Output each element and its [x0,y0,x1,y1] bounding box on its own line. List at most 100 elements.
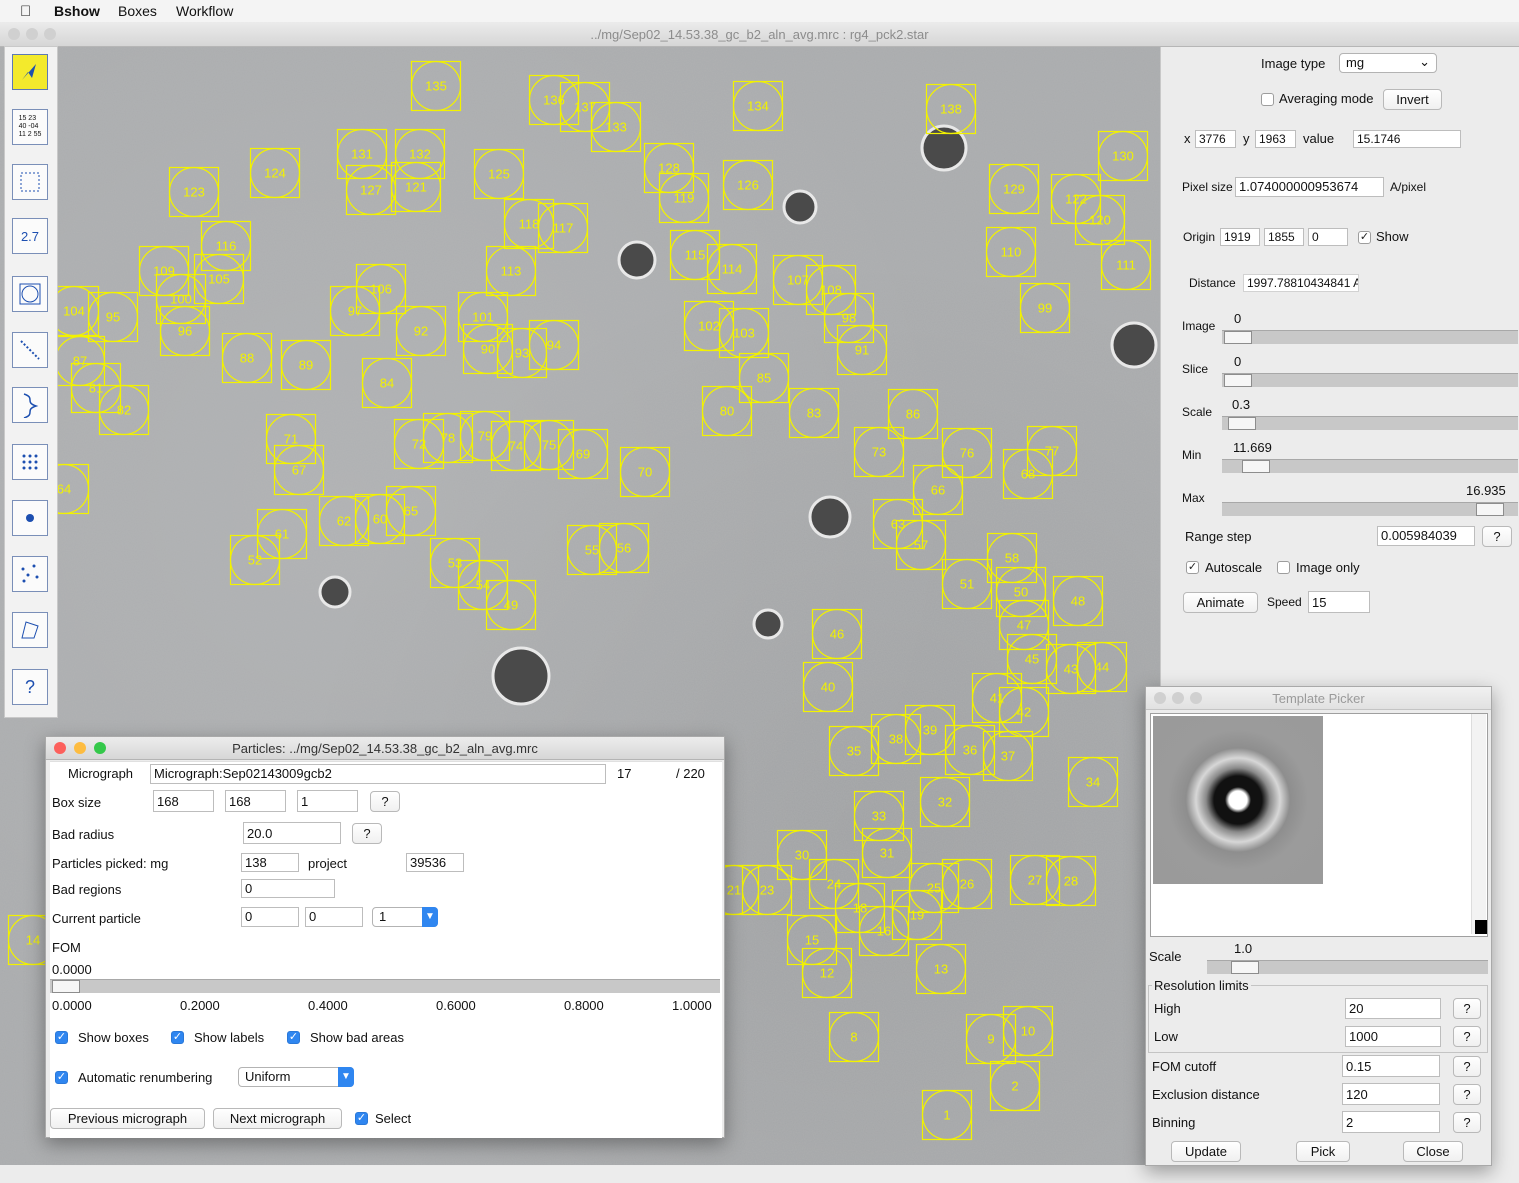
exclusion-help-button[interactable]: ? [1453,1084,1481,1105]
scale-slider-thumb[interactable] [1228,417,1256,430]
show-boxes-label: Show boxes [78,1030,149,1045]
numbers-tool-icon[interactable]: 15 23 40 -04 11 2 55 [12,109,48,145]
template-scrollbar[interactable] [1471,714,1486,934]
show-boxes-checkbox[interactable]: ✓ [55,1031,68,1044]
fom-cutoff-field[interactable]: 0.15 [1342,1055,1440,1077]
next-micrograph-button[interactable]: Next micrograph [213,1108,342,1129]
app-menu[interactable]: Bshow [54,3,100,19]
auto-renumbering-checkbox[interactable]: ✓ [55,1071,68,1084]
tp-scale-slider-thumb[interactable] [1231,961,1259,974]
helix-tool-icon[interactable] [12,387,48,423]
particle-label: 118 [519,216,540,231]
low-help-button[interactable]: ? [1453,1026,1481,1047]
particle-label: 49 [504,597,518,612]
scale-slider[interactable] [1222,416,1518,430]
current-particle-label: Current particle [52,911,141,926]
pick-button[interactable]: Pick [1296,1141,1350,1162]
speed-field[interactable]: 15 [1308,591,1370,613]
pointer-tool-icon[interactable] [12,54,48,90]
box-size-y-field[interactable]: 168 [225,790,286,812]
bad-radius-help-button[interactable]: ? [352,823,382,844]
high-help-button[interactable]: ? [1453,998,1481,1019]
x-field[interactable]: 3776 [1195,130,1236,148]
particle-label: 78 [441,430,455,445]
binning-field[interactable]: 2 [1342,1111,1440,1133]
low-field[interactable]: 1000 [1345,1026,1441,1047]
line-tool-icon[interactable] [12,332,48,368]
current-particle-select[interactable]: 1 ▼ [372,907,438,927]
menu-workflow[interactable]: Workflow [176,3,233,19]
slice-slider[interactable] [1222,373,1518,387]
micrograph-field[interactable]: Micrograph:Sep02143009gcb2 [150,764,606,784]
grid-tool-icon[interactable] [12,444,48,480]
box-size-help-button[interactable]: ? [370,791,400,812]
image-slider[interactable] [1222,330,1518,344]
show-bad-areas-checkbox[interactable]: ✓ [287,1031,300,1044]
chevron-down-icon: ⌄ [1419,54,1430,69]
apple-icon[interactable]:  [20,3,31,20]
particles-body: Micrograph Micrograph:Sep02143009gcb2 17… [50,761,722,1138]
autoscale-checkbox[interactable]: ✓ [1186,561,1199,574]
distance-field[interactable]: 1997.78810434841 A [1243,274,1359,292]
bad-radius-field[interactable]: 20.0 [243,822,341,844]
range-step-field[interactable]: 0.005984039 [1377,526,1475,546]
scatter-tool-icon[interactable] [12,556,48,592]
bad-regions-field[interactable]: 0 [241,879,335,898]
project-field[interactable]: 39536 [406,853,464,872]
show-origin-checkbox[interactable]: ✓ [1358,231,1371,244]
fom-cutoff-help-button[interactable]: ? [1453,1056,1481,1077]
particle-label: 12 [820,965,834,980]
tp-scale-slider[interactable] [1207,960,1488,974]
menu-boxes[interactable]: Boxes [118,3,157,19]
fom-slider-thumb[interactable] [52,980,80,993]
image-type-label: Image type [1261,56,1326,71]
box-size-z-field[interactable]: 1 [297,790,358,812]
current-particle-b-field[interactable]: 0 [305,907,363,927]
min-slider[interactable] [1222,459,1518,473]
origin-x-field[interactable]: 1919 [1220,228,1260,246]
update-button[interactable]: Update [1171,1141,1241,1162]
dot-tool-icon[interactable] [12,500,48,536]
invert-button[interactable]: Invert [1383,89,1442,110]
animate-button[interactable]: Animate [1183,592,1258,613]
select-checkbox[interactable]: ✓ [355,1112,368,1125]
circle-box-tool-icon[interactable] [12,276,48,312]
image-type-select[interactable]: mg ⌄ [1339,53,1437,73]
y-field[interactable]: 1963 [1255,130,1296,148]
origin-label: Origin [1183,230,1216,244]
box-size-x-field[interactable]: 168 [153,790,214,812]
high-field[interactable]: 20 [1345,998,1441,1019]
template-view[interactable] [1150,713,1488,937]
close-button[interactable]: Close [1403,1141,1463,1162]
particle-label: 94 [547,337,561,352]
measure-tool-icon[interactable]: 2.7 [12,218,48,254]
particle-label: 28 [1064,873,1078,888]
show-labels-checkbox[interactable]: ✓ [171,1031,184,1044]
particles-picked-field[interactable]: 138 [241,853,299,872]
polygon-tool-icon[interactable] [12,612,48,648]
help-tool-icon[interactable]: ? [12,669,48,705]
value-field[interactable]: 15.1746 [1353,130,1461,148]
current-particle-a-field[interactable]: 0 [241,907,299,927]
fom-slider[interactable] [50,979,720,993]
template-scroll-thumb[interactable] [1475,920,1487,934]
max-slider[interactable] [1222,502,1518,516]
particle-label: 127 [360,182,382,197]
rectangle-tool-icon[interactable] [12,164,48,200]
bad-radius-label: Bad radius [52,827,115,842]
pixel-size-field[interactable]: 1.074000000953674 [1235,177,1384,197]
origin-y-field[interactable]: 1855 [1264,228,1304,246]
previous-micrograph-button[interactable]: Previous micrograph [50,1108,205,1129]
slice-slider-thumb[interactable] [1224,374,1252,387]
renumbering-mode-select[interactable]: Uniform ▼ [238,1067,354,1087]
image-slider-thumb[interactable] [1224,331,1252,344]
max-slider-thumb[interactable] [1476,503,1504,516]
range-step-help-button[interactable]: ? [1482,526,1512,547]
exclusion-distance-field[interactable]: 120 [1342,1083,1440,1105]
averaging-mode-checkbox[interactable] [1261,93,1274,106]
min-slider-thumb[interactable] [1242,460,1270,473]
origin-z-field[interactable]: 0 [1308,228,1348,246]
particle-label: 111 [1116,257,1136,272]
image-only-checkbox[interactable] [1277,561,1290,574]
binning-help-button[interactable]: ? [1453,1112,1481,1133]
